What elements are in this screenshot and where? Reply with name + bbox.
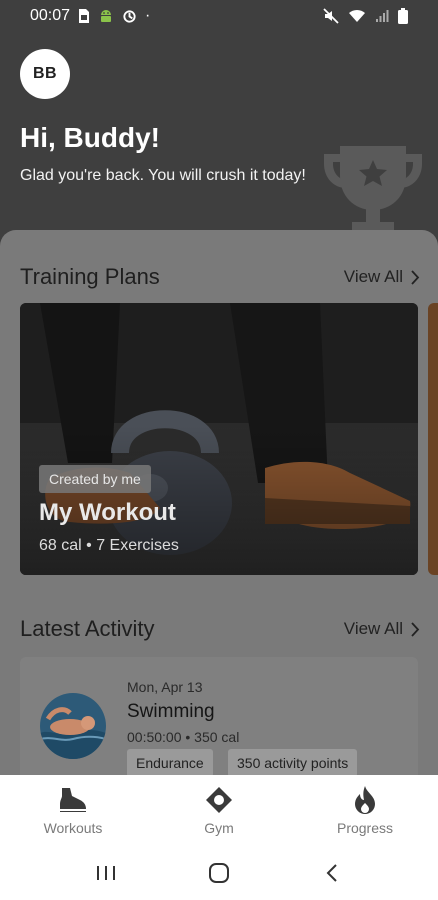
workout-photo bbox=[20, 303, 418, 575]
recent-apps-icon[interactable] bbox=[86, 853, 126, 893]
nav-label: Gym bbox=[204, 820, 234, 836]
content-sheet[interactable]: Training Plans View All Created by me My… bbox=[0, 230, 438, 775]
plan-meta: 68 cal • 7 Exercises bbox=[39, 537, 179, 554]
swimming-thumbnail bbox=[40, 693, 106, 759]
activity-name: Swimming bbox=[127, 701, 215, 722]
android-icon bbox=[98, 8, 114, 24]
shoe-icon bbox=[58, 784, 88, 816]
plan-title: My Workout bbox=[39, 499, 176, 526]
sync-icon bbox=[122, 9, 137, 24]
sim-card-icon bbox=[78, 8, 90, 24]
avatar[interactable]: BB bbox=[20, 49, 70, 99]
status-left: 00:07 · bbox=[30, 7, 150, 25]
trophy-icon bbox=[318, 138, 428, 238]
flame-icon bbox=[353, 784, 377, 816]
nav-label: Workouts bbox=[43, 820, 103, 836]
training-plans-view-all[interactable]: View All bbox=[344, 267, 420, 287]
home-icon[interactable] bbox=[199, 853, 239, 893]
status-dot: · bbox=[145, 7, 151, 24]
wifi-icon bbox=[348, 8, 366, 24]
nav-item-gym[interactable]: Gym bbox=[146, 775, 292, 845]
system-nav-bar bbox=[0, 845, 438, 900]
chevron-right-icon bbox=[411, 621, 420, 637]
activity-tag: Endurance bbox=[127, 749, 213, 775]
mute-icon bbox=[323, 8, 339, 24]
chevron-right-icon bbox=[411, 269, 420, 285]
greeting-title: Hi, Buddy! bbox=[20, 122, 160, 153]
latest-activity-view-all[interactable]: View All bbox=[344, 619, 420, 639]
created-by-badge: Created by me bbox=[39, 465, 151, 493]
view-all-label: View All bbox=[343, 267, 403, 286]
activity-tag: 350 activity points bbox=[228, 749, 358, 775]
greeting-subtitle: Glad you're back. You will crush it toda… bbox=[20, 167, 306, 184]
location-pin-icon bbox=[205, 784, 233, 816]
activity-date: Mon, Apr 13 bbox=[127, 679, 203, 695]
nav-item-workouts[interactable]: Workouts bbox=[0, 775, 146, 845]
nav-item-progress[interactable]: Progress bbox=[292, 775, 438, 845]
training-plans-header: Training Plans View All bbox=[20, 262, 420, 292]
nav-label: Progress bbox=[336, 820, 394, 836]
status-bar: 00:07 · bbox=[0, 0, 438, 32]
view-all-label: View All bbox=[343, 619, 403, 638]
training-plan-card[interactable]: Created by me My Workout 68 cal • 7 Exer… bbox=[20, 303, 418, 575]
training-plan-card-next[interactable] bbox=[428, 303, 438, 575]
activity-card[interactable]: Mon, Apr 13 Swimming 00:50:00 • 350 cal … bbox=[20, 657, 418, 775]
bottom-nav: Workouts Gym Progress bbox=[0, 775, 438, 845]
status-right bbox=[323, 8, 408, 24]
signal-icon bbox=[375, 9, 389, 23]
battery-icon bbox=[398, 8, 408, 24]
back-icon[interactable] bbox=[312, 853, 352, 893]
activity-stats: 00:50:00 • 350 cal bbox=[127, 729, 240, 745]
section-title: Latest Activity bbox=[20, 616, 155, 641]
status-time: 00:07 bbox=[30, 7, 71, 24]
section-title: Training Plans bbox=[20, 264, 160, 289]
latest-activity-header: Latest Activity View All bbox=[20, 614, 420, 644]
